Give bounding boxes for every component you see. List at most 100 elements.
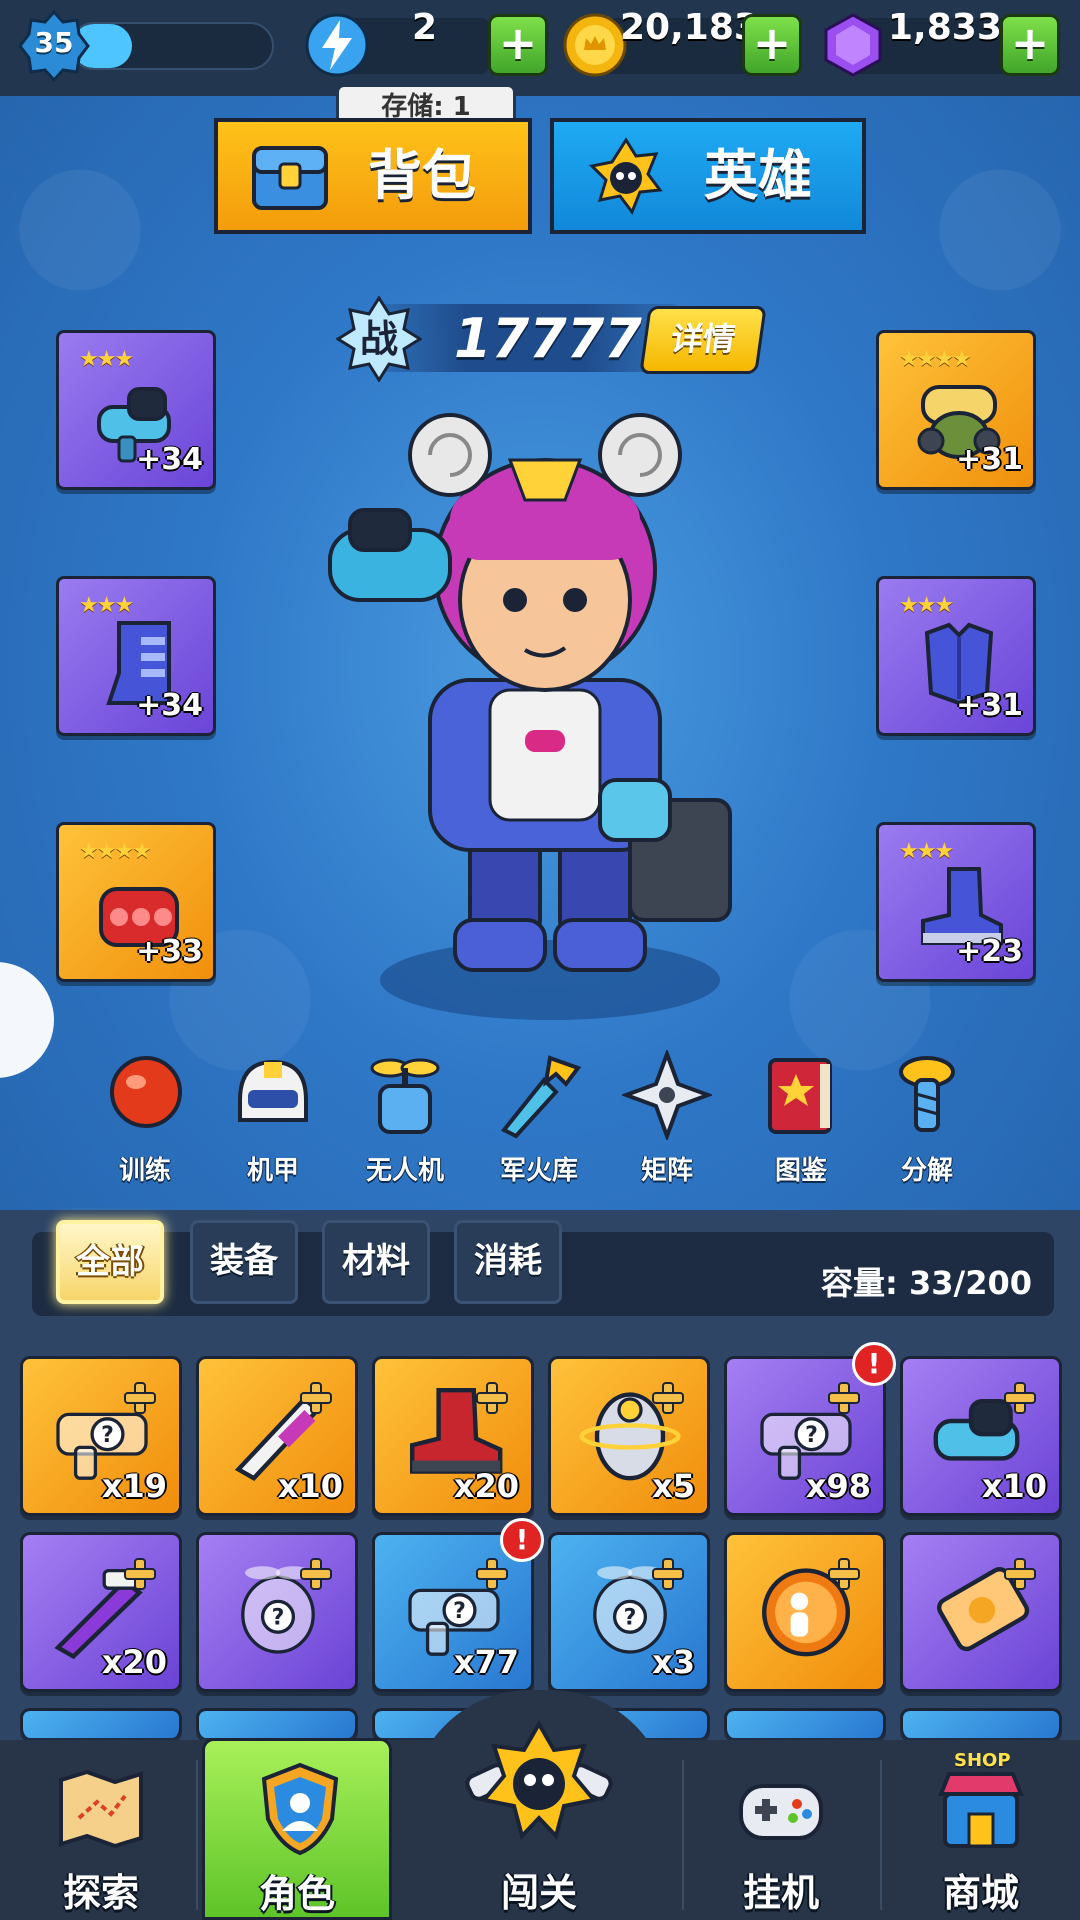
svg-text:?: ?: [624, 1606, 637, 1631]
nav-label: 角色: [258, 1872, 335, 1916]
gem-value: 1,833: [888, 7, 1002, 48]
item-quantity: x10: [277, 1467, 343, 1505]
character-shield-icon: [261, 1762, 339, 1856]
weapon-upgrade-icon: [500, 1055, 582, 1139]
upgrade-plus-icon: [476, 1382, 508, 1414]
svg-text:?: ?: [101, 1423, 114, 1448]
item-quantity: x3: [652, 1643, 695, 1681]
upgrade-plus-icon: [124, 1558, 156, 1590]
nav-label: 挂机: [742, 1871, 819, 1915]
bottom-nav: 探索 角色 闯关 挂机 SHOP 商城: [0, 1690, 1080, 1920]
inventory-item[interactable]: x20: [20, 1532, 182, 1692]
filter-tab-all[interactable]: 全部: [56, 1220, 164, 1304]
inventory-item-partial[interactable]: [20, 1708, 182, 1738]
upgrade-plus-icon: [1004, 1382, 1036, 1414]
boxing-glove-icon: [110, 1056, 182, 1128]
upgrade-plus-icon: [124, 1382, 156, 1414]
func-drone[interactable]: 无人机: [350, 1050, 460, 1190]
item-quantity: x5: [652, 1467, 695, 1505]
top-resource-bar: 35 2 + 20,183 + 1,833 +: [0, 0, 1080, 96]
inventory-capacity: 容量: 33/200: [821, 1264, 1032, 1302]
item-quantity: x19: [101, 1467, 167, 1505]
upgrade-plus-icon: [1004, 1558, 1036, 1590]
equip-slot-armor[interactable]: ★★★ +31: [876, 576, 1036, 736]
upgrade-plus-icon: [828, 1382, 860, 1414]
svg-text:?: ?: [805, 1423, 818, 1448]
combat-power: 战 17777 详情: [336, 296, 767, 382]
add-energy-button[interactable]: +: [488, 14, 548, 76]
add-gems-button[interactable]: +: [1000, 14, 1060, 76]
nav-shop[interactable]: SHOP 商城: [886, 1740, 1076, 1920]
nav-character[interactable]: 角色: [202, 1738, 392, 1920]
tab-backpack-label: 背包: [368, 144, 476, 207]
inventory-panel: 全部 装备 材料 消耗 容量: 33/200 ? x19 x10 x20 x5? x98!…: [0, 1210, 1080, 1740]
func-label: 训练: [118, 1156, 171, 1186]
upgrade-plus-icon: [652, 1382, 684, 1414]
xp-bar: [70, 22, 274, 70]
func-label: 分解: [900, 1156, 953, 1186]
filter-tab-materials[interactable]: 材料: [322, 1220, 430, 1304]
stage-badge-icon: [465, 1719, 613, 1840]
alert-badge-icon: !: [852, 1342, 896, 1386]
inventory-item-partial[interactable]: [196, 1708, 358, 1738]
slot-level: +31: [956, 442, 1023, 477]
func-label: 图鉴: [774, 1156, 827, 1186]
nav-explore[interactable]: 探索: [6, 1740, 196, 1920]
nav-stages[interactable]: 闯关: [444, 1719, 634, 1920]
item-quantity: x10: [981, 1467, 1047, 1505]
equip-slot-mask[interactable]: ★★★★ +31: [876, 330, 1036, 490]
slot-level: +34: [136, 442, 203, 477]
inventory-item[interactable]: x10: [900, 1356, 1062, 1516]
slot-level: +34: [136, 688, 203, 723]
func-dismantle[interactable]: 分解: [872, 1050, 982, 1190]
filter-tab-consumables[interactable]: 消耗: [454, 1220, 562, 1304]
inventory-item[interactable]: [900, 1532, 1062, 1692]
nav-divider: [682, 1760, 684, 1910]
shuriken-icon: [622, 1050, 712, 1140]
inventory-item[interactable]: x10: [196, 1356, 358, 1516]
func-label: 军火库: [499, 1156, 578, 1186]
func-arsenal[interactable]: 军火库: [484, 1050, 594, 1190]
add-coins-button[interactable]: +: [742, 14, 802, 76]
upgrade-plus-icon: [300, 1558, 332, 1590]
tab-hero[interactable]: 英雄: [550, 118, 866, 234]
inventory-item[interactable]: ? x19: [20, 1356, 182, 1516]
details-button[interactable]: 详情: [639, 306, 767, 374]
inventory-item[interactable]: x20: [372, 1356, 534, 1516]
equip-slot-boots[interactable]: ★★★ +23: [876, 822, 1036, 982]
inventory-item[interactable]: ?: [196, 1532, 358, 1692]
inventory-item[interactable]: [724, 1532, 886, 1692]
energy-value: 2: [412, 7, 438, 48]
upgrade-plus-icon: [652, 1558, 684, 1590]
inventory-item-partial[interactable]: [724, 1708, 886, 1738]
lightning-icon: [305, 13, 369, 77]
coin-value: 20,183: [620, 7, 759, 48]
slot-level: +31: [956, 688, 1023, 723]
map-icon: [59, 1769, 143, 1849]
tab-hero-label: 英雄: [704, 144, 812, 207]
hero-character[interactable]: [320, 400, 760, 1040]
func-training[interactable]: 训练: [90, 1050, 200, 1190]
equip-slot-glove[interactable]: ★★★★ +33: [56, 822, 216, 982]
func-matrix[interactable]: 矩阵: [612, 1050, 722, 1190]
gem-icon: [824, 13, 882, 77]
slot-level: +33: [136, 934, 203, 969]
svg-text:?: ?: [272, 1606, 285, 1631]
inventory-item[interactable]: x5: [548, 1356, 710, 1516]
inventory-item[interactable]: ? x3: [548, 1532, 710, 1692]
func-mech[interactable]: 机甲: [218, 1050, 328, 1190]
tab-backpack[interactable]: 背包: [214, 118, 532, 234]
hero-badge-icon: [588, 137, 663, 216]
func-label: 矩阵: [640, 1156, 693, 1186]
filter-tab-equipment[interactable]: 装备: [190, 1220, 298, 1304]
nav-idle[interactable]: 挂机: [686, 1740, 876, 1920]
inventory-item-partial[interactable]: [900, 1708, 1062, 1738]
func-label: 无人机: [365, 1156, 444, 1186]
upgrade-plus-icon: [476, 1558, 508, 1590]
alert-badge-icon: !: [500, 1518, 544, 1562]
shop-badge: SHOP: [954, 1750, 1011, 1771]
equip-slot-legs[interactable]: ★★★ +34: [56, 576, 216, 736]
mech-helmet-icon: [238, 1059, 308, 1122]
func-codex[interactable]: 图鉴: [746, 1050, 856, 1190]
equip-slot-weapon[interactable]: ★★★ +34: [56, 330, 216, 490]
